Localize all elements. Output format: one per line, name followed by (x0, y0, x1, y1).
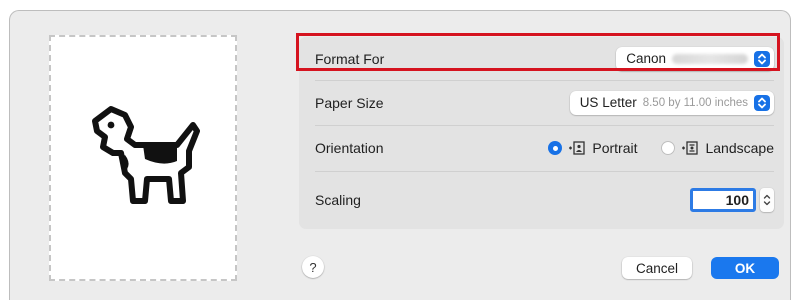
help-button[interactable]: ? (302, 256, 324, 278)
orientation-row: Orientation Portrait Landscape (299, 125, 784, 171)
dogcow-icon (92, 106, 200, 204)
format-for-label: Format For (315, 50, 385, 67)
orientation-label: Orientation (315, 140, 384, 156)
cancel-button[interactable]: Cancel (622, 257, 692, 279)
settings-panel: Format For Canon Paper Size US Letter 8.… (299, 37, 784, 229)
redacted-printer-name (672, 53, 748, 64)
paper-size-value: US Letter (579, 95, 637, 110)
chevron-updown-icon (754, 94, 770, 111)
landscape-label[interactable]: Landscape (705, 140, 774, 156)
paper-size-popup[interactable]: US Letter 8.50 by 11.00 inches (569, 90, 774, 115)
paper-preview (49, 35, 237, 281)
paper-size-detail: 8.50 by 11.00 inches (642, 96, 748, 109)
scaling-control: 100 (690, 188, 774, 212)
portrait-radio[interactable] (548, 141, 563, 155)
format-for-row: Format For Canon (299, 37, 784, 80)
orientation-options: Portrait Landscape (548, 140, 774, 156)
portrait-label[interactable]: Portrait (592, 140, 637, 156)
portrait-icon (569, 141, 586, 155)
scaling-input[interactable]: 100 (690, 188, 756, 212)
chevron-updown-icon (754, 50, 770, 67)
landscape-radio[interactable] (661, 141, 676, 155)
scaling-label: Scaling (315, 192, 361, 208)
stepper-icon[interactable] (760, 188, 774, 212)
paper-size-label: Paper Size (315, 94, 384, 111)
paper-size-row: Paper Size US Letter 8.50 by 11.00 inche… (299, 80, 784, 125)
landscape-icon (682, 141, 699, 155)
format-for-popup[interactable]: Canon (616, 46, 774, 71)
scaling-row: Scaling 100 (299, 171, 784, 229)
format-for-value: Canon (626, 51, 666, 66)
ok-button[interactable]: OK (711, 257, 779, 279)
